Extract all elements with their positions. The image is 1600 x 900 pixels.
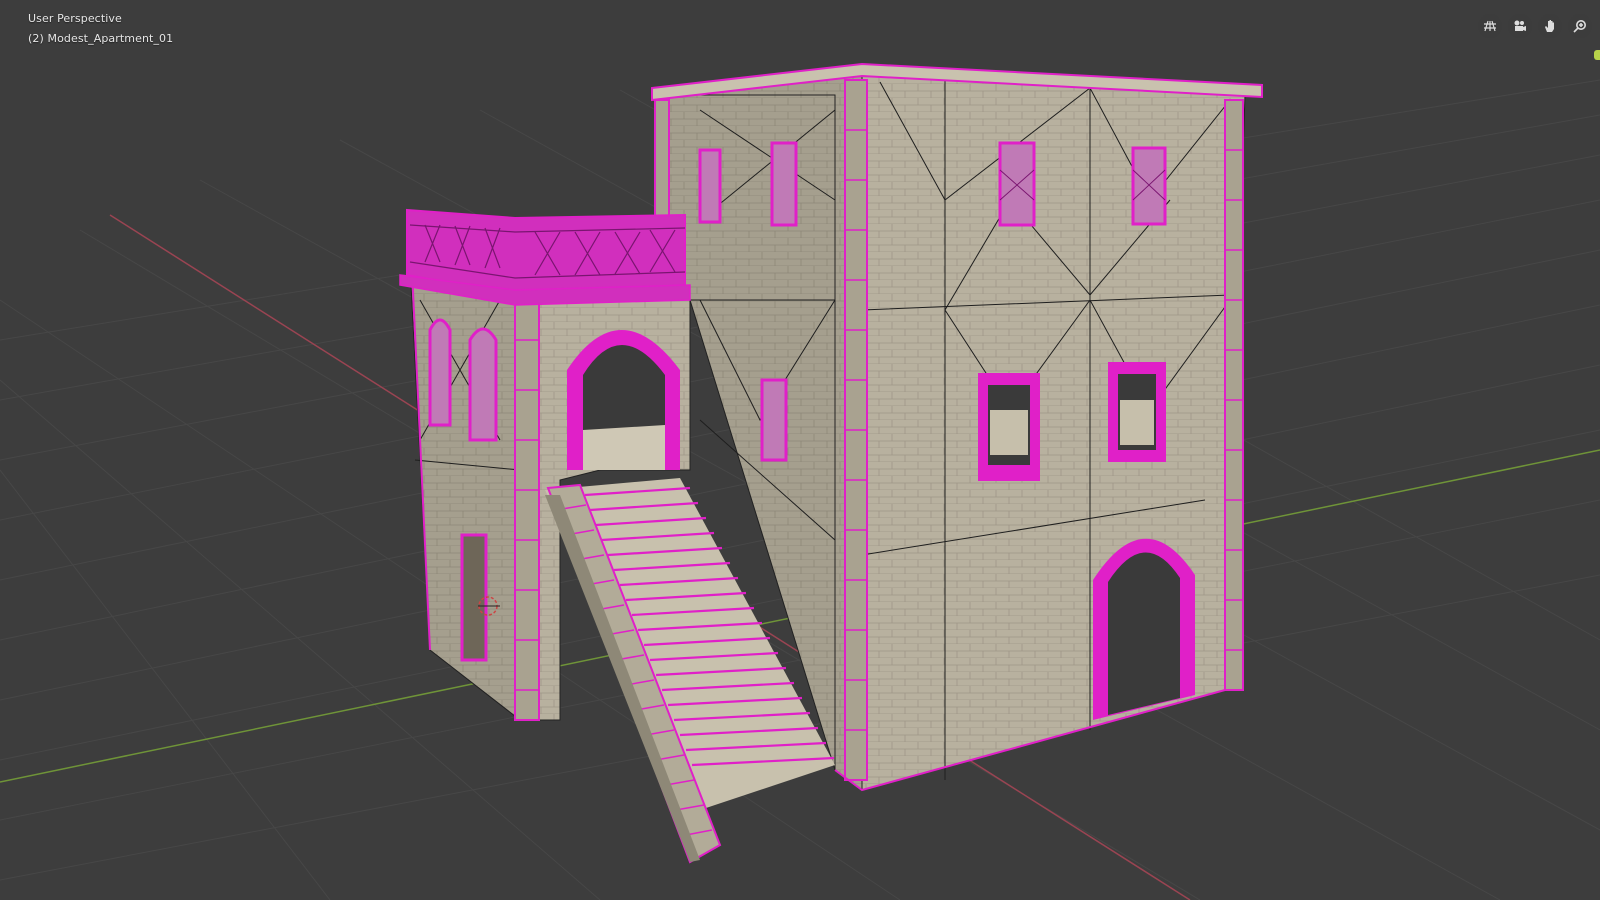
building-model — [399, 62, 1263, 864]
hand-icon — [1545, 20, 1554, 32]
grid-icon — [1484, 20, 1496, 32]
region-toggle-indicator[interactable] — [1594, 50, 1600, 60]
rooftop-railing — [399, 208, 691, 306]
scene-canvas[interactable] — [0, 0, 1600, 900]
zoom-view-button[interactable] — [1568, 14, 1592, 38]
camera-icon — [1514, 20, 1526, 31]
navigation-gizmo — [1478, 14, 1592, 38]
pan-view-button[interactable] — [1538, 14, 1562, 38]
3d-viewport[interactable]: User Perspective (2) Modest_Apartment_01 — [0, 0, 1600, 900]
ortho-toggle-button[interactable] — [1478, 14, 1502, 38]
active-object-label: (2) Modest_Apartment_01 — [28, 32, 174, 45]
zoom-icon — [1573, 20, 1586, 33]
view-name-label: User Perspective — [28, 12, 122, 25]
camera-view-button[interactable] — [1508, 14, 1532, 38]
